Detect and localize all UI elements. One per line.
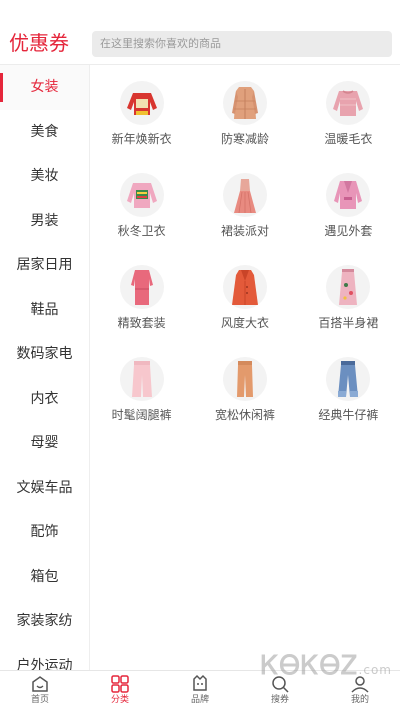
tab-label: 我的: [350, 695, 369, 705]
subcategory-label: 温暖毛衣: [324, 132, 373, 146]
wide-pants-icon: [119, 357, 164, 401]
tab-label: 首页: [30, 695, 49, 705]
sidebar-item-underwear[interactable]: 内衣: [0, 377, 89, 422]
subcategory-item[interactable]: 宽松休闲裤: [193, 348, 296, 434]
subcategory-item[interactable]: 精致套装: [90, 256, 193, 342]
midi-skirt-icon: [326, 265, 371, 309]
sidebar-item-textiles[interactable]: 家装家纺: [0, 599, 89, 644]
subcategory-label: 秋冬卫衣: [117, 224, 166, 238]
subcategory-item[interactable]: 百搭半身裙: [297, 256, 400, 342]
subcategory-label: 时髦阔腿裤: [111, 408, 172, 422]
subcategory-label: 裙装派对: [220, 224, 269, 238]
subcategory-item[interactable]: 风度大衣: [193, 256, 296, 342]
header: 优惠券 在这里搜索你喜欢的商品: [0, 0, 400, 65]
subcategory-label: 风度大衣: [220, 316, 269, 330]
sidebar-item-home[interactable]: 居家日用: [0, 243, 89, 288]
sidebar-item-outdoor[interactable]: 户外运动: [0, 644, 89, 671]
subcategory-item[interactable]: 秋冬卫衣: [90, 164, 193, 250]
subcategory-item[interactable]: 遇见外套: [297, 164, 400, 250]
category-sidebar: 女装 美食 美妆 男装 居家日用 鞋品 数码家电 内衣 母婴 文娱车品 配饰 箱…: [0, 65, 90, 670]
sidebar-item-entertainment[interactable]: 文娱车品: [0, 466, 89, 511]
subcategory-label: 百搭半身裙: [318, 316, 379, 330]
sidebar-item-bags[interactable]: 箱包: [0, 555, 89, 600]
sidebar-item-makeup[interactable]: 美妆: [0, 154, 89, 199]
tab-label: 品牌: [190, 695, 209, 705]
search-placeholder: 在这里搜索你喜欢的商品: [100, 37, 221, 50]
category-icon: [111, 675, 129, 693]
sweatshirt-icon: [119, 173, 164, 217]
red-coat-icon: [222, 265, 267, 309]
jeans-icon: [326, 357, 371, 401]
home-icon: [32, 676, 48, 692]
subcategory-item[interactable]: 裙装派对: [193, 164, 296, 250]
sidebar-item-mens[interactable]: 男装: [0, 199, 89, 244]
pink-set-icon: [119, 265, 164, 309]
red-sweater-icon: [119, 81, 164, 125]
subcategory-item[interactable]: 新年焕新衣: [90, 72, 193, 158]
tab-label: 搜券: [270, 695, 289, 705]
subcategory-label: 精致套装: [117, 316, 166, 330]
search-input[interactable]: 在这里搜索你喜欢的商品: [92, 31, 392, 57]
sidebar-item-digital[interactable]: 数码家电: [0, 332, 89, 377]
sidebar-item-baby[interactable]: 母婴: [0, 421, 89, 466]
sidebar-item-shoes[interactable]: 鞋品: [0, 288, 89, 333]
sidebar-item-womens[interactable]: 女装: [0, 65, 89, 110]
casual-pants-icon: [222, 357, 267, 401]
subcategory-grid: 新年焕新衣 防寒减龄 温暖毛衣 秋冬卫衣 裙装派对 遇见外套 精致套装 风度大衣…: [90, 72, 400, 434]
subcategory-label: 经典牛仔裤: [318, 408, 379, 422]
subcategory-item[interactable]: 温暖毛衣: [297, 72, 400, 158]
pleated-dress-icon: [222, 173, 267, 217]
subcategory-label: 宽松休闲裤: [214, 408, 275, 422]
pink-sweater-icon: [326, 81, 371, 125]
subcategory-item[interactable]: 经典牛仔裤: [297, 348, 400, 434]
sidebar-item-accessories[interactable]: 配饰: [0, 510, 89, 555]
tab-label: 分类: [110, 695, 129, 705]
subcategory-label: 遇见外套: [324, 224, 373, 238]
subcategory-label: 新年焕新衣: [111, 132, 172, 146]
tab-brand[interactable]: 品牌: [160, 671, 240, 711]
watermark-logo: ᏦᎾᏦᎾᏃ.com: [260, 651, 392, 681]
tab-category[interactable]: 分类: [80, 671, 160, 711]
brand-title: 优惠券: [9, 31, 69, 55]
tab-home[interactable]: 首页: [0, 671, 80, 711]
pink-jacket-icon: [326, 173, 371, 217]
subcategory-label: 防寒减龄: [220, 132, 269, 146]
subcategory-item[interactable]: 时髦阔腿裤: [90, 348, 193, 434]
puffer-coat-icon: [222, 81, 267, 125]
sidebar-item-food[interactable]: 美食: [0, 110, 89, 155]
subcategory-item[interactable]: 防寒减龄: [193, 72, 296, 158]
brand-icon: [193, 674, 207, 691]
